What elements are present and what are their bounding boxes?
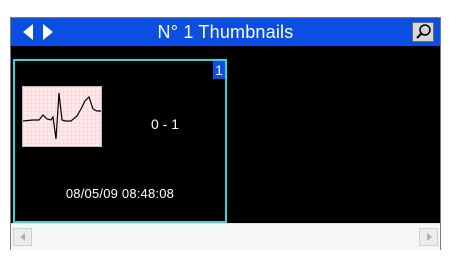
scroll-left-icon [20,233,25,241]
scroll-right-button[interactable] [419,228,438,246]
thumbnail-index: 1 [213,61,225,79]
scroll-right-icon [427,233,432,241]
thumbnail-card[interactable]: 1 0 - 1 08/05/09 08:48:08 [13,59,227,223]
scroll-left-button[interactable] [13,228,32,246]
pin-button[interactable] [412,22,434,42]
ecg-waveform-icon [22,86,102,147]
timestamp: 08/05/09 08:48:08 [65,186,175,201]
thumbnails-panel: N° 1 Thumbnails 1 0 - 1 08/05/09 08:48:0… [10,17,441,250]
titlebar: N° 1 Thumbnails [11,18,440,46]
horizontal-scrollbar[interactable] [11,223,440,250]
panel-title: N° 1 Thumbnails [157,22,294,42]
lead-label: 0 - 1 [150,116,179,132]
pin-icon [416,24,431,39]
